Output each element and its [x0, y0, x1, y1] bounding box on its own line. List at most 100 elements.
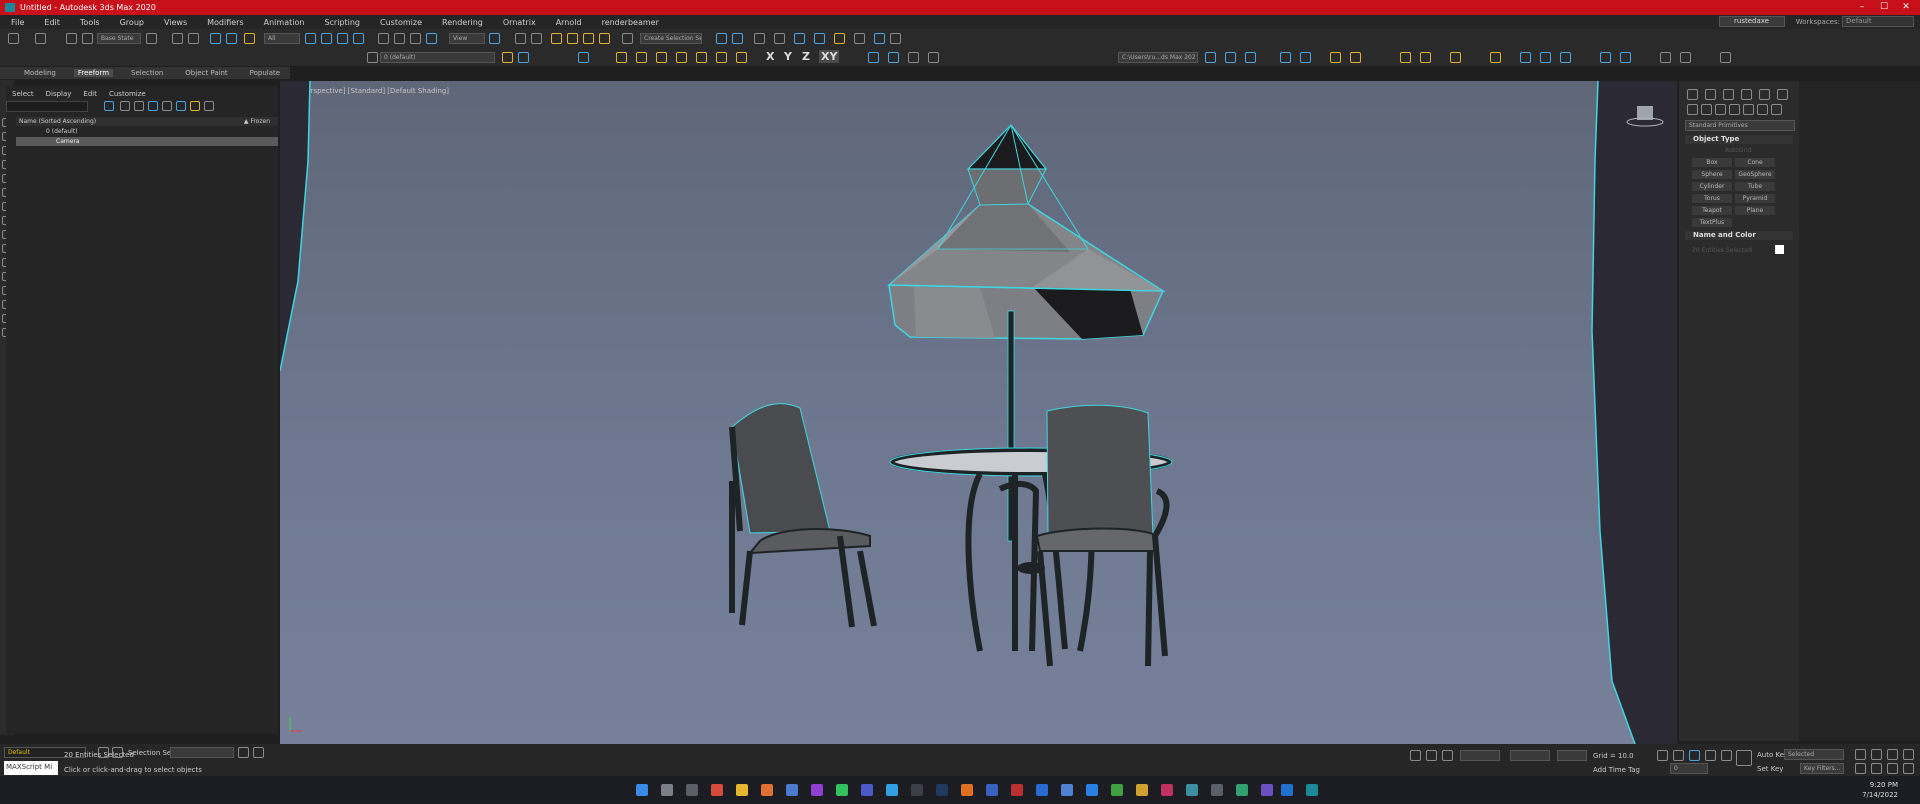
- zoom-extents-all-icon[interactable]: [1903, 749, 1914, 760]
- layer-stack-icon[interactable]: [176, 101, 186, 111]
- autogrid-checkbox[interactable]: AutoGrid: [1725, 147, 1752, 154]
- spotify-icon[interactable]: [836, 784, 848, 796]
- helpers-icon[interactable]: [1743, 104, 1754, 115]
- maximize-viewport-icon[interactable]: [1903, 763, 1914, 774]
- spinner-snap-icon[interactable]: [599, 33, 610, 44]
- explorer-search-input[interactable]: [6, 101, 88, 112]
- named-selection-dropdown[interactable]: Create Selection Se: [640, 33, 702, 44]
- select-icon[interactable]: [82, 33, 93, 44]
- pan-view-icon[interactable]: [1871, 763, 1882, 774]
- sky-icon[interactable]: [1490, 52, 1501, 63]
- close-button[interactable]: ✕: [1896, 0, 1916, 15]
- set-key-button[interactable]: Set Key: [1757, 765, 1783, 773]
- percent-snap-icon[interactable]: [583, 33, 594, 44]
- menu-group[interactable]: Group: [120, 18, 152, 27]
- project-folder-icon[interactable]: [1205, 52, 1216, 63]
- redo-arrow-icon[interactable]: [188, 33, 199, 44]
- primitive-plane-button[interactable]: Plane: [1735, 206, 1775, 215]
- motion-tab-icon[interactable]: [1741, 89, 1752, 100]
- tool-a-icon[interactable]: [636, 52, 647, 63]
- keyboard-shortcut-icon[interactable]: [531, 33, 542, 44]
- shapes-icon[interactable]: [1701, 104, 1712, 115]
- lock-icon[interactable]: [120, 101, 130, 111]
- undo-icon[interactable]: [8, 33, 19, 44]
- select-by-name-icon[interactable]: [321, 33, 332, 44]
- 3ds-max-taskbar-icon[interactable]: [1306, 784, 1318, 796]
- primitive-tube-button[interactable]: Tube: [1735, 182, 1775, 191]
- hierarchy-tab-icon[interactable]: [1723, 89, 1734, 100]
- window-crossing-icon[interactable]: [353, 33, 364, 44]
- object-type-rollout[interactable]: Object Type: [1685, 135, 1793, 144]
- app-icon-7[interactable]: [986, 784, 998, 796]
- menu-edit[interactable]: Edit: [44, 18, 68, 27]
- constraint-icon[interactable]: [616, 52, 627, 63]
- explorer-menu-select[interactable]: Select: [12, 90, 34, 98]
- undo-arrow-icon[interactable]: [172, 33, 183, 44]
- selection-set-edit-icon[interactable]: [238, 747, 249, 758]
- state-sets-icon[interactable]: [146, 33, 157, 44]
- selection-set-save-icon[interactable]: [253, 747, 264, 758]
- primitive-sphere-button[interactable]: Sphere: [1692, 170, 1732, 179]
- object-color-swatch[interactable]: [1775, 245, 1784, 254]
- toggle-ribbon-icon[interactable]: [774, 33, 785, 44]
- snap-face-icon[interactable]: [928, 52, 939, 63]
- app-icon-16[interactable]: [1211, 784, 1223, 796]
- app-icon-18[interactable]: [1261, 784, 1273, 796]
- file-explorer-icon[interactable]: [736, 784, 748, 796]
- tab-selection[interactable]: Selection: [127, 69, 167, 77]
- angle-snap-icon[interactable]: [567, 33, 578, 44]
- app-icon-10[interactable]: [1061, 784, 1073, 796]
- rendered-frame-window-icon[interactable]: [874, 33, 885, 44]
- tab-freeform[interactable]: Freeform: [73, 69, 114, 77]
- add-time-tag-button[interactable]: Add Time Tag: [1593, 766, 1640, 774]
- go-to-start-icon[interactable]: [1657, 750, 1668, 761]
- cameras-icon[interactable]: [1729, 104, 1740, 115]
- primitive-torus-button[interactable]: Torus: [1692, 194, 1732, 203]
- user-account-dropdown[interactable]: rustedaxe: [1719, 16, 1785, 27]
- create-layer-icon[interactable]: [502, 52, 513, 63]
- axis-xy-button[interactable]: XY: [819, 50, 840, 63]
- isolate-selection-icon[interactable]: [1410, 750, 1421, 761]
- play-icon[interactable]: [1689, 750, 1700, 761]
- task-view-icon[interactable]: [686, 784, 698, 796]
- orbit-icon[interactable]: [1887, 763, 1898, 774]
- menu-arnold[interactable]: Arnold: [556, 18, 590, 27]
- next-frame-icon[interactable]: [1705, 750, 1716, 761]
- axis-z-button[interactable]: Z: [802, 50, 810, 63]
- app-icon-17[interactable]: [1236, 784, 1248, 796]
- mirror-icon[interactable]: [716, 33, 727, 44]
- sphere-icon[interactable]: [66, 33, 77, 44]
- field-of-view-icon[interactable]: [1855, 763, 1866, 774]
- primitive-pyramid-button[interactable]: Pyramid: [1735, 194, 1775, 203]
- y-coordinate-field[interactable]: [1510, 750, 1550, 761]
- key-selection-dropdown[interactable]: Selected: [1784, 749, 1844, 760]
- settings-icon[interactable]: [204, 101, 214, 111]
- app-icon-4[interactable]: [861, 784, 873, 796]
- zoom-extents-icon[interactable]: [1887, 749, 1898, 760]
- selection-set-dropdown[interactable]: [170, 747, 234, 758]
- primitive-geosphere-button[interactable]: GeoSphere: [1735, 170, 1775, 179]
- ornatrix-icon[interactable]: [1540, 52, 1551, 63]
- unlink-icon[interactable]: [226, 33, 237, 44]
- selection-filter-dropdown[interactable]: All: [264, 33, 300, 44]
- light-a-icon[interactable]: [1330, 52, 1341, 63]
- render-b-icon[interactable]: [1660, 52, 1671, 63]
- menu-file[interactable]: File: [11, 18, 32, 27]
- app-icon-14[interactable]: [1161, 784, 1173, 796]
- tab-modeling[interactable]: Modeling: [20, 69, 60, 77]
- explorer-menu-edit[interactable]: Edit: [83, 90, 97, 98]
- key-mode-icon[interactable]: [1736, 750, 1752, 766]
- move-icon[interactable]: [378, 33, 389, 44]
- app-icon-19[interactable]: [1281, 784, 1293, 796]
- tree-row-default-layer[interactable]: 0 (default): [16, 127, 278, 136]
- edit-named-selection-icon[interactable]: [622, 33, 633, 44]
- taskbar-clock[interactable]: 9:20 PM 7/14/2022: [1862, 780, 1898, 800]
- save-folder-icon[interactable]: [1245, 52, 1256, 63]
- tool-c-icon[interactable]: [676, 52, 687, 63]
- select-object-icon[interactable]: [305, 33, 316, 44]
- primitive-textplus-button[interactable]: TextPlus: [1692, 218, 1732, 227]
- menu-modifiers[interactable]: Modifiers: [207, 18, 252, 27]
- tool-d-icon[interactable]: [696, 52, 707, 63]
- maximize-button[interactable]: ☐: [1874, 0, 1894, 15]
- key-filters-button[interactable]: Key Filters...: [1800, 763, 1844, 774]
